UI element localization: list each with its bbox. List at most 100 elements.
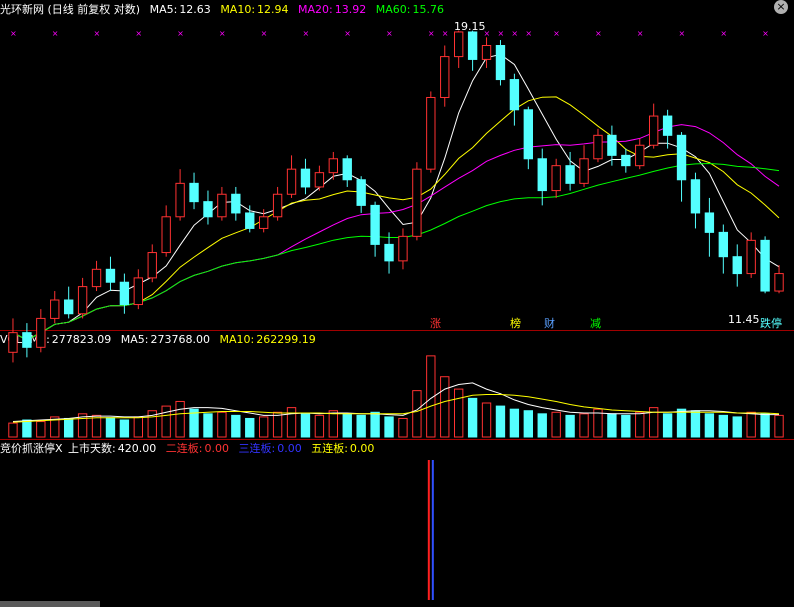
candle-body bbox=[579, 158, 589, 184]
volume-bar bbox=[398, 417, 408, 438]
candle-body bbox=[147, 252, 157, 279]
candle-body bbox=[398, 235, 408, 262]
volume-bar bbox=[523, 410, 534, 438]
candle-body bbox=[342, 158, 352, 181]
volume-bar bbox=[440, 376, 450, 438]
candle-body bbox=[384, 243, 394, 262]
candle-body bbox=[356, 179, 366, 206]
volume-bar bbox=[161, 405, 171, 438]
candle-body bbox=[426, 96, 436, 170]
chart-canvas: ×××××××××××××××××××××××× bbox=[8, 29, 784, 600]
x-marker: × bbox=[525, 29, 532, 38]
volume-bar bbox=[551, 411, 561, 438]
candle-body bbox=[272, 193, 283, 218]
candle-body bbox=[537, 158, 547, 192]
volume-bar bbox=[133, 416, 143, 438]
x-marker: × bbox=[94, 29, 101, 38]
candle-body bbox=[314, 172, 325, 188]
candle-body bbox=[161, 216, 171, 254]
bottom-tab-strip[interactable] bbox=[0, 601, 100, 607]
volume-bar bbox=[579, 413, 589, 438]
volume-bar bbox=[356, 414, 366, 438]
x-marker: × bbox=[511, 29, 518, 38]
candle-body bbox=[495, 45, 506, 81]
x-marker: × bbox=[484, 29, 491, 38]
volume-bar bbox=[105, 417, 116, 438]
candle-body bbox=[760, 239, 770, 292]
candle-body bbox=[593, 134, 603, 160]
candle-body bbox=[509, 79, 520, 111]
candle-body bbox=[467, 31, 478, 60]
volume-bar bbox=[342, 413, 352, 438]
x-marker: × bbox=[386, 29, 393, 38]
candle-body bbox=[77, 286, 88, 315]
volume-bar bbox=[91, 414, 102, 438]
candle-body bbox=[607, 134, 617, 156]
volume-bar bbox=[690, 410, 701, 438]
volume-bar bbox=[286, 407, 297, 438]
x-marker: × bbox=[497, 29, 504, 38]
candle-body bbox=[523, 109, 534, 160]
x-marker: × bbox=[720, 29, 727, 38]
volume-bar bbox=[746, 411, 756, 438]
candle-body bbox=[454, 31, 464, 58]
candle-body bbox=[119, 281, 130, 306]
volume-bar bbox=[8, 422, 18, 438]
candle-body bbox=[133, 277, 143, 306]
volume-bar bbox=[231, 414, 241, 438]
candle-body bbox=[50, 299, 60, 319]
volume-bar bbox=[412, 390, 422, 438]
x-marker: × bbox=[442, 29, 449, 38]
x-marker: × bbox=[219, 29, 226, 38]
volume-bar bbox=[22, 419, 32, 438]
candle-body bbox=[22, 332, 32, 348]
x-marker: × bbox=[52, 29, 59, 38]
candle-body bbox=[231, 193, 241, 214]
candle-body bbox=[662, 115, 673, 136]
volume-bar bbox=[760, 413, 770, 438]
volume-bar bbox=[175, 400, 185, 438]
volume-bar bbox=[509, 408, 520, 438]
volume-bar bbox=[36, 421, 46, 438]
volume-bar bbox=[314, 414, 325, 438]
x-marker: × bbox=[428, 29, 435, 38]
volume-bar bbox=[467, 397, 478, 438]
x-marker: × bbox=[10, 29, 17, 38]
candle-body bbox=[440, 56, 450, 98]
volume-bar bbox=[119, 419, 130, 438]
volume-bar bbox=[621, 414, 631, 438]
volume-bar bbox=[245, 417, 255, 438]
candle-body bbox=[565, 165, 575, 184]
volume-bar bbox=[635, 411, 645, 438]
volume-bar bbox=[607, 413, 617, 438]
candle-body bbox=[175, 182, 185, 218]
volume-bar bbox=[662, 413, 673, 438]
volume-bar bbox=[481, 402, 492, 438]
x-marker: × bbox=[637, 29, 644, 38]
volume-bar bbox=[300, 413, 311, 438]
volume-bar bbox=[718, 414, 729, 438]
x-marker: × bbox=[344, 29, 351, 38]
x-marker: × bbox=[302, 29, 309, 38]
ma20-line bbox=[12, 124, 780, 341]
candle-body bbox=[732, 256, 742, 275]
volume-bar bbox=[495, 405, 506, 438]
volume-bar bbox=[537, 413, 547, 438]
volume-bar bbox=[732, 416, 742, 438]
candle-body bbox=[105, 268, 116, 283]
x-marker: × bbox=[679, 29, 686, 38]
ma60-line bbox=[12, 162, 780, 341]
volume-bar bbox=[774, 414, 784, 438]
candle-body bbox=[189, 182, 199, 203]
x-marker: × bbox=[595, 29, 602, 38]
x-marker: × bbox=[553, 29, 560, 38]
candle-body bbox=[286, 168, 297, 195]
candle-body bbox=[551, 165, 561, 192]
volume-bar bbox=[203, 413, 213, 438]
candle-body bbox=[649, 115, 659, 146]
candle-body bbox=[217, 193, 227, 218]
candle-body bbox=[704, 212, 715, 233]
volume-bar bbox=[565, 414, 575, 438]
candle-body bbox=[746, 239, 756, 275]
volume-bar bbox=[328, 410, 338, 438]
